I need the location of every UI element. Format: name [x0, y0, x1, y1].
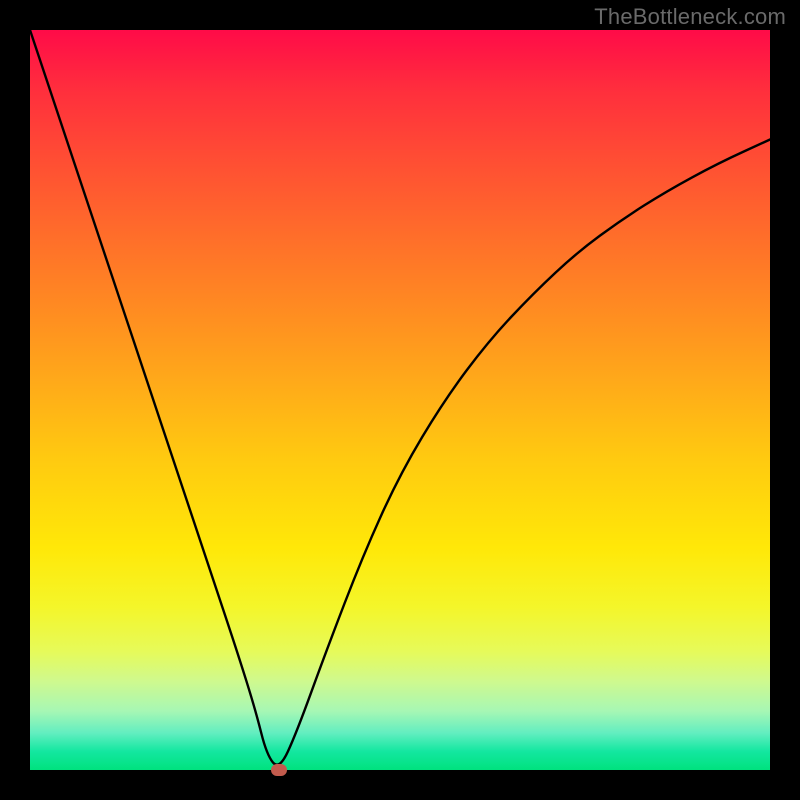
watermark-label: TheBottleneck.com — [594, 4, 786, 30]
bottleneck-curve — [30, 30, 770, 770]
minimum-marker — [271, 764, 287, 776]
chart-frame: TheBottleneck.com — [0, 0, 800, 800]
plot-area — [30, 30, 770, 770]
